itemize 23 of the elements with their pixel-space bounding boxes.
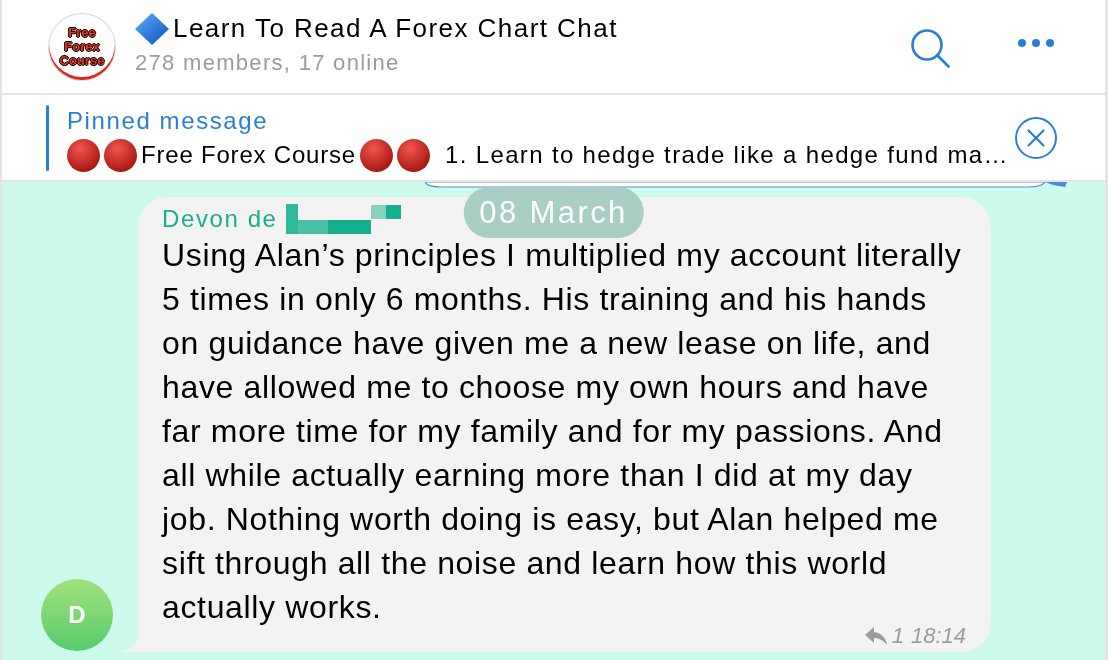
accent-bar [46, 104, 49, 171]
chat-title: Learn To Read A Forex Chart Chat [173, 13, 618, 44]
circle-emoji-icon [104, 138, 137, 172]
reply-count: 1 [891, 626, 904, 646]
message-text: Using Alan’s principles I multiplied my account literally 5 times in only 6 months. His training and his hands on guidance have given me a new lease on life, and have allowed me to choose my own hours and have far more time for my family and for my passions. And all while actually earning more than I did at my day job. Nothing worth doing is easy, but Alan helped me sift through all the noise and learn how this world actually works. [162, 237, 962, 625]
date-badge: 08 March [463, 187, 644, 238]
more-icon[interactable] [1018, 38, 1054, 47]
pinned-label[interactable]: Pinned message [67, 106, 269, 136]
reply-arrow-icon [864, 627, 887, 645]
pinned-course-name: Free Forex Course [141, 141, 356, 169]
close-icon[interactable] [1015, 116, 1057, 159]
circle-emoji-icon [397, 138, 430, 172]
message-time: 18:14 [910, 626, 966, 646]
circle-emoji-icon [360, 138, 393, 172]
sender-name[interactable]: Devon de [162, 205, 278, 233]
channel-logo[interactable]: Free Forex Course [49, 13, 115, 80]
logo-text: Free Forex Course [58, 25, 106, 68]
circle-emoji-icon [67, 138, 100, 172]
search-icon[interactable] [910, 27, 950, 68]
pinned-preview: 1. Learn to hedge trade like a hedge fund ma… [445, 141, 1009, 169]
member-count: 278 members, 17 online [135, 49, 400, 76]
diamond-icon [135, 12, 169, 45]
avatar-letter: D [68, 601, 86, 629]
